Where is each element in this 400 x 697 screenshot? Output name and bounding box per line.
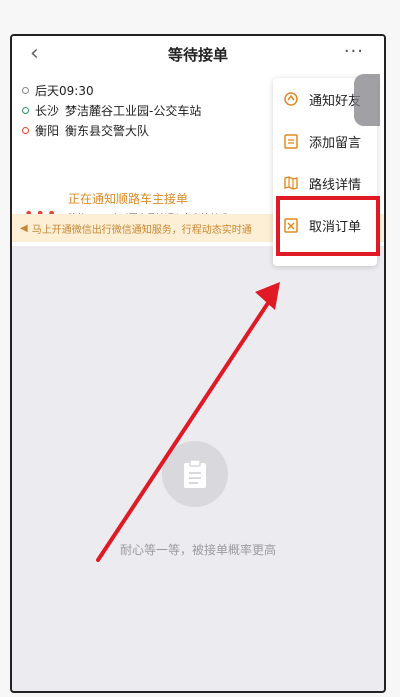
annotation-arrow-icon bbox=[96, 282, 280, 562]
